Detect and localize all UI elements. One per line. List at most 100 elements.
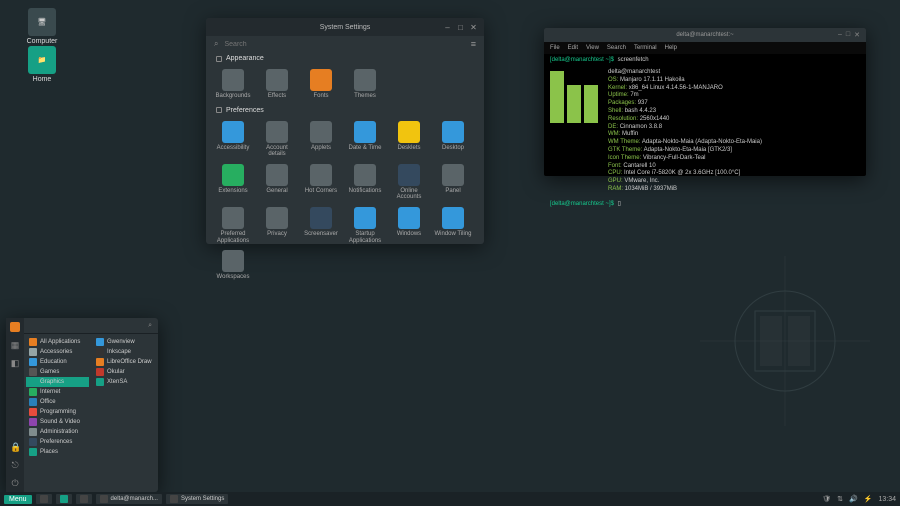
workspace-switcher[interactable] (76, 494, 92, 504)
lock-icon[interactable]: 🔒 (10, 442, 20, 452)
menu-category-administration[interactable]: Administration (26, 427, 89, 437)
section-header-preferences: Preferences (206, 104, 484, 117)
app-icon[interactable]: ◧ (10, 358, 20, 368)
settings-item-online-accounts[interactable]: Online Accounts (388, 162, 430, 203)
menu-category-all-applications[interactable]: All Applications (26, 337, 89, 347)
settings-item-label: General (258, 188, 296, 195)
settings-item-accessibility[interactable]: Accessibility (212, 119, 254, 160)
settings-item-hot-corners[interactable]: Hot Corners (300, 162, 342, 203)
tray-volume-icon[interactable]: 🔊 (849, 495, 858, 503)
settings-item-panel[interactable]: Panel (432, 162, 474, 203)
settings-item-extensions[interactable]: Extensions (212, 162, 254, 203)
minimize-button[interactable]: – (838, 31, 842, 39)
settings-item-workspaces[interactable]: Workspaces (212, 248, 254, 283)
taskbar-item-settings[interactable]: System Settings (166, 494, 228, 504)
show-desktop-button[interactable] (36, 494, 52, 504)
logout-icon[interactable]: ⎋ (10, 460, 20, 470)
menu-category-graphics[interactable]: Graphics (26, 377, 89, 387)
terminal-menu-file[interactable]: File (550, 45, 560, 51)
menu-category-places[interactable]: Places (26, 447, 89, 457)
terminal-output[interactable]: delta@manarchtestOS: Manjaro 17.1.11 Hak… (544, 65, 866, 198)
menu-category-accessories[interactable]: Accessories (26, 347, 89, 357)
settings-search-input[interactable] (224, 41, 464, 48)
category-icon (29, 438, 37, 446)
settings-item-effects[interactable]: Effects (256, 67, 298, 102)
screenfetch-row: WM Theme: Adapta-Nokto-Maia (Adapta-Nokt… (608, 139, 762, 147)
menu-sidebar: ▦ ◧ 🔒 ⎋ ⏻ (6, 318, 24, 492)
menu-app-gwenview[interactable]: Gwenview (93, 337, 156, 347)
settings-item-windows[interactable]: Windows (388, 205, 430, 246)
app-icon[interactable]: ▦ (10, 340, 20, 350)
settings-item-account-details[interactable]: Account details (256, 119, 298, 160)
menu-category-internet[interactable]: Internet (26, 387, 89, 397)
taskbar-item-terminal[interactable]: delta@manarch... (96, 494, 162, 504)
category-icon (29, 348, 37, 356)
tray-network-icon[interactable]: ⇅ (837, 495, 843, 503)
settings-item-date-time[interactable]: Date & Time (344, 119, 386, 160)
category-icon (29, 358, 37, 366)
settings-item-label: Backgrounds (214, 93, 252, 100)
menu-app-libreoffice-draw[interactable]: LibreOffice Draw (93, 357, 156, 367)
power-icon[interactable]: ⏻ (10, 478, 20, 488)
settings-item-label: Panel (434, 188, 472, 195)
screenfetch-row: Packages: 937 (608, 100, 762, 108)
menu-category-preferences[interactable]: Preferences (26, 437, 89, 447)
maximize-button[interactable]: □ (456, 23, 465, 32)
screenfetch-row: OS: Manjaro 17.1.11 Hakoila (608, 77, 762, 85)
settings-item-desklets[interactable]: Desklets (388, 119, 430, 160)
settings-item-screensaver[interactable]: Screensaver (300, 205, 342, 246)
tray-clock[interactable]: 13:34 (878, 496, 896, 503)
terminal-menubar: File Edit View Search Terminal Help (544, 42, 866, 54)
settings-item-label: Account details (258, 145, 296, 158)
settings-item-label: Windows (390, 231, 428, 238)
settings-item-themes[interactable]: Themes (344, 67, 386, 102)
window-titlebar[interactable]: System Settings – □ ✕ (206, 18, 484, 36)
menu-category-games[interactable]: Games (26, 367, 89, 377)
desktop-icon-computer[interactable]: 🖥 Computer (22, 8, 62, 45)
window-title: System Settings (212, 24, 478, 31)
settings-item-fonts[interactable]: Fonts (300, 67, 342, 102)
settings-item-icon (442, 164, 464, 186)
settings-item-general[interactable]: General (256, 162, 298, 203)
settings-item-icon (310, 164, 332, 186)
tray-battery-icon[interactable]: ⚡ (864, 495, 873, 503)
screenfetch-row: Shell: bash 4.4.23 (608, 108, 762, 116)
terminal-menu-help[interactable]: Help (665, 45, 677, 51)
window-titlebar[interactable]: delta@manarchtest:~ – □ ✕ (544, 28, 866, 42)
terminal-menu-view[interactable]: View (586, 45, 599, 51)
taskbar-menu-button[interactable]: Menu (4, 495, 32, 504)
close-button[interactable]: ✕ (469, 23, 478, 32)
menu-category-education[interactable]: Education (26, 357, 89, 367)
desktop-icon-home[interactable]: 📁 Home (22, 46, 62, 83)
settings-item-preferred-applications[interactable]: Preferred Applications (212, 205, 254, 246)
terminal-menu-search[interactable]: Search (607, 45, 626, 51)
menu-category-programming[interactable]: Programming (26, 407, 89, 417)
menu-app-inkscape[interactable]: Inkscape (93, 347, 156, 357)
maximize-button[interactable]: □ (846, 31, 850, 39)
settings-item-window-tiling[interactable]: Window Tiling (432, 205, 474, 246)
settings-item-notifications[interactable]: Notifications (344, 162, 386, 203)
menu-app-okular[interactable]: Okular (93, 367, 156, 377)
settings-item-privacy[interactable]: Privacy (256, 205, 298, 246)
tray-update-icon[interactable]: 🛡 (822, 495, 831, 503)
terminal-prompt[interactable]: [delta@manarchtest ~]$ ▯ (544, 198, 866, 209)
close-button[interactable]: ✕ (854, 31, 860, 39)
settings-item-desktop[interactable]: Desktop (432, 119, 474, 160)
settings-item-backgrounds[interactable]: Backgrounds (212, 67, 254, 102)
terminal-menu-edit[interactable]: Edit (568, 45, 578, 51)
workspace-switcher[interactable] (56, 494, 72, 504)
minimize-button[interactable]: – (443, 23, 452, 32)
section-header-appearance: Appearance (206, 52, 484, 65)
settings-item-applets[interactable]: Applets (300, 119, 342, 160)
settings-item-icon (442, 121, 464, 143)
menu-category-sound-video[interactable]: Sound & Video (26, 417, 89, 427)
hamburger-icon[interactable]: ≡ (471, 39, 476, 49)
menu-app-xtensa[interactable]: XtenSA (93, 377, 156, 387)
terminal-menu-terminal[interactable]: Terminal (634, 45, 657, 51)
menu-search-input[interactable] (30, 323, 144, 329)
settings-item-startup-applications[interactable]: Startup Applications (344, 205, 386, 246)
screenfetch-row: Icon Theme: Vibrancy-Full-Dark-Teal (608, 155, 762, 163)
category-icon (29, 338, 37, 346)
favorites-icon[interactable] (10, 322, 20, 332)
menu-category-office[interactable]: Office (26, 397, 89, 407)
